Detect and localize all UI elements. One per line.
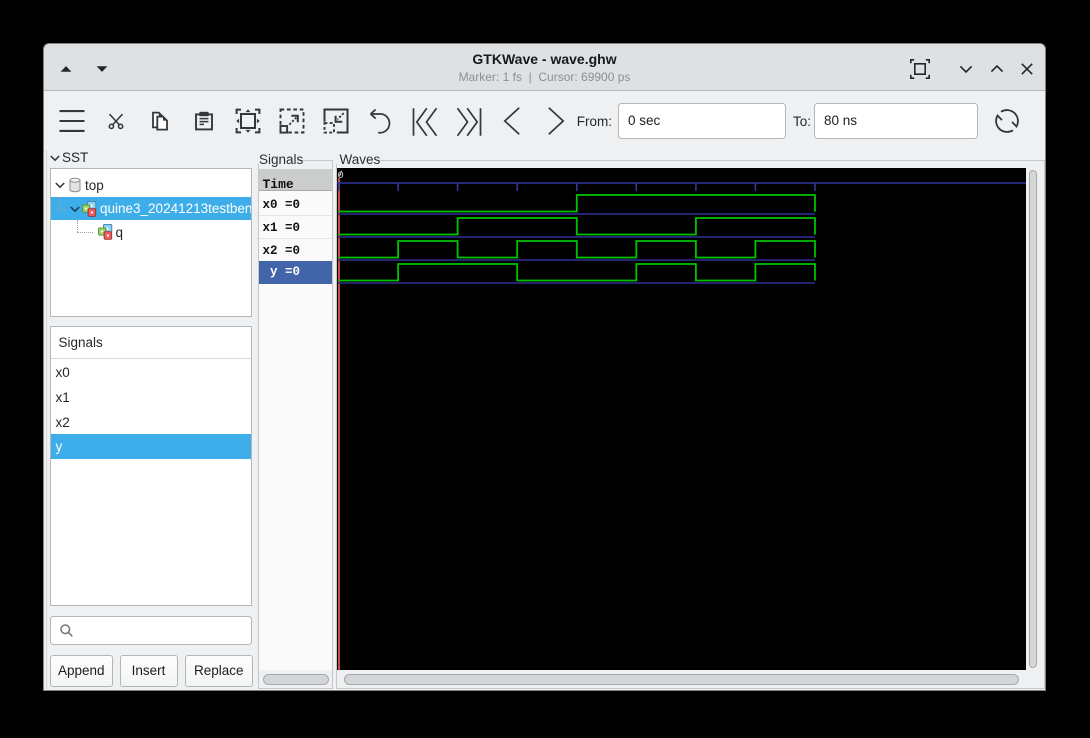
svg-text:0: 0 (338, 170, 344, 182)
